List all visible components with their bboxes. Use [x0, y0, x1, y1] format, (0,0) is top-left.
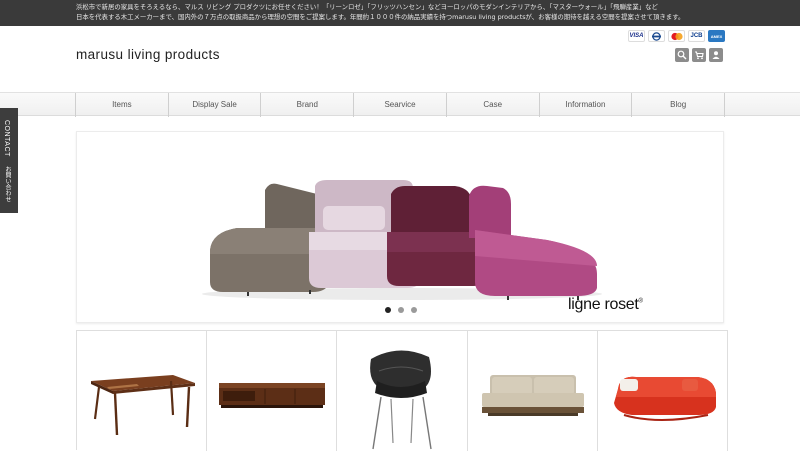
slide-brand-mark: ®: [638, 298, 643, 305]
header-tools: [675, 48, 723, 62]
search-icon[interactable]: [675, 48, 689, 62]
product-card-table[interactable]: [77, 331, 208, 451]
site-header: marusu living products VISA JCB AMEX: [0, 26, 800, 90]
amex-card-icon: AMEX: [708, 30, 725, 42]
slider-dot-3[interactable]: [411, 307, 417, 313]
payment-cards: VISA JCB AMEX: [628, 30, 725, 42]
nav-item-blog[interactable]: Blog: [631, 93, 726, 117]
product-card-red-sofa[interactable]: [597, 331, 729, 451]
slider-dot-2[interactable]: [398, 307, 404, 313]
nav-item-items[interactable]: Items: [75, 93, 168, 117]
contact-tab-label: CONTACT: [3, 120, 10, 157]
slide-brand-name: ligne roset: [568, 296, 639, 313]
product-grid: [76, 330, 729, 451]
global-nav: Items Display Sale Brand Searvice Case I…: [0, 92, 800, 117]
walnut-tv-board-image: [219, 383, 326, 408]
contact-tab-label-jp: お問い合わせ: [4, 166, 11, 202]
nav-item-information[interactable]: Information: [538, 93, 632, 117]
contact-tab[interactable]: CONTACT お問い合わせ: [0, 108, 18, 213]
slide-brand-logo: ligne roset®: [568, 296, 643, 314]
hero-slider[interactable]: ligne roset®: [76, 131, 724, 323]
slider-dot-1[interactable]: [385, 307, 391, 313]
beige-sofa-image: [481, 375, 584, 416]
mastercard-icon: [668, 30, 685, 42]
red-sofa-image: [613, 376, 716, 421]
black-shell-chair-image: [370, 350, 433, 450]
hero-slide-image: [202, 180, 602, 300]
wooden-dining-table-image: [91, 375, 195, 436]
announcement-line-1: 浜松市で新居の家具をそろえるなら、マルス リビング プロダクツにお任せください！…: [76, 3, 658, 11]
visa-card-icon: VISA: [628, 30, 645, 42]
product-card-tv-board[interactable]: [207, 331, 338, 451]
nav-item-service[interactable]: Searvice: [353, 93, 446, 117]
announcement-bar: 浜松市で新居の家具をそろえるなら、マルス リビング プロダクツにお任せください！…: [0, 0, 800, 26]
announcement-line-2: 日本を代表する木工メーカーまで、国内外の７万点の取扱商品から理想の空間をご提案し…: [76, 13, 685, 21]
member-icon[interactable]: [709, 48, 723, 62]
product-card-chair[interactable]: [337, 331, 468, 451]
slider-pagination: [385, 307, 417, 313]
product-card-beige-sofa[interactable]: [467, 331, 598, 451]
site-logo[interactable]: marusu living products: [76, 47, 220, 62]
nav-item-case[interactable]: Case: [445, 93, 539, 117]
jcb-card-icon: JCB: [688, 30, 705, 42]
diners-card-icon: [648, 30, 665, 42]
nav-item-brand[interactable]: Brand: [260, 93, 353, 117]
nav-item-display-sale[interactable]: Display Sale: [167, 93, 261, 117]
cart-icon[interactable]: [692, 48, 706, 62]
